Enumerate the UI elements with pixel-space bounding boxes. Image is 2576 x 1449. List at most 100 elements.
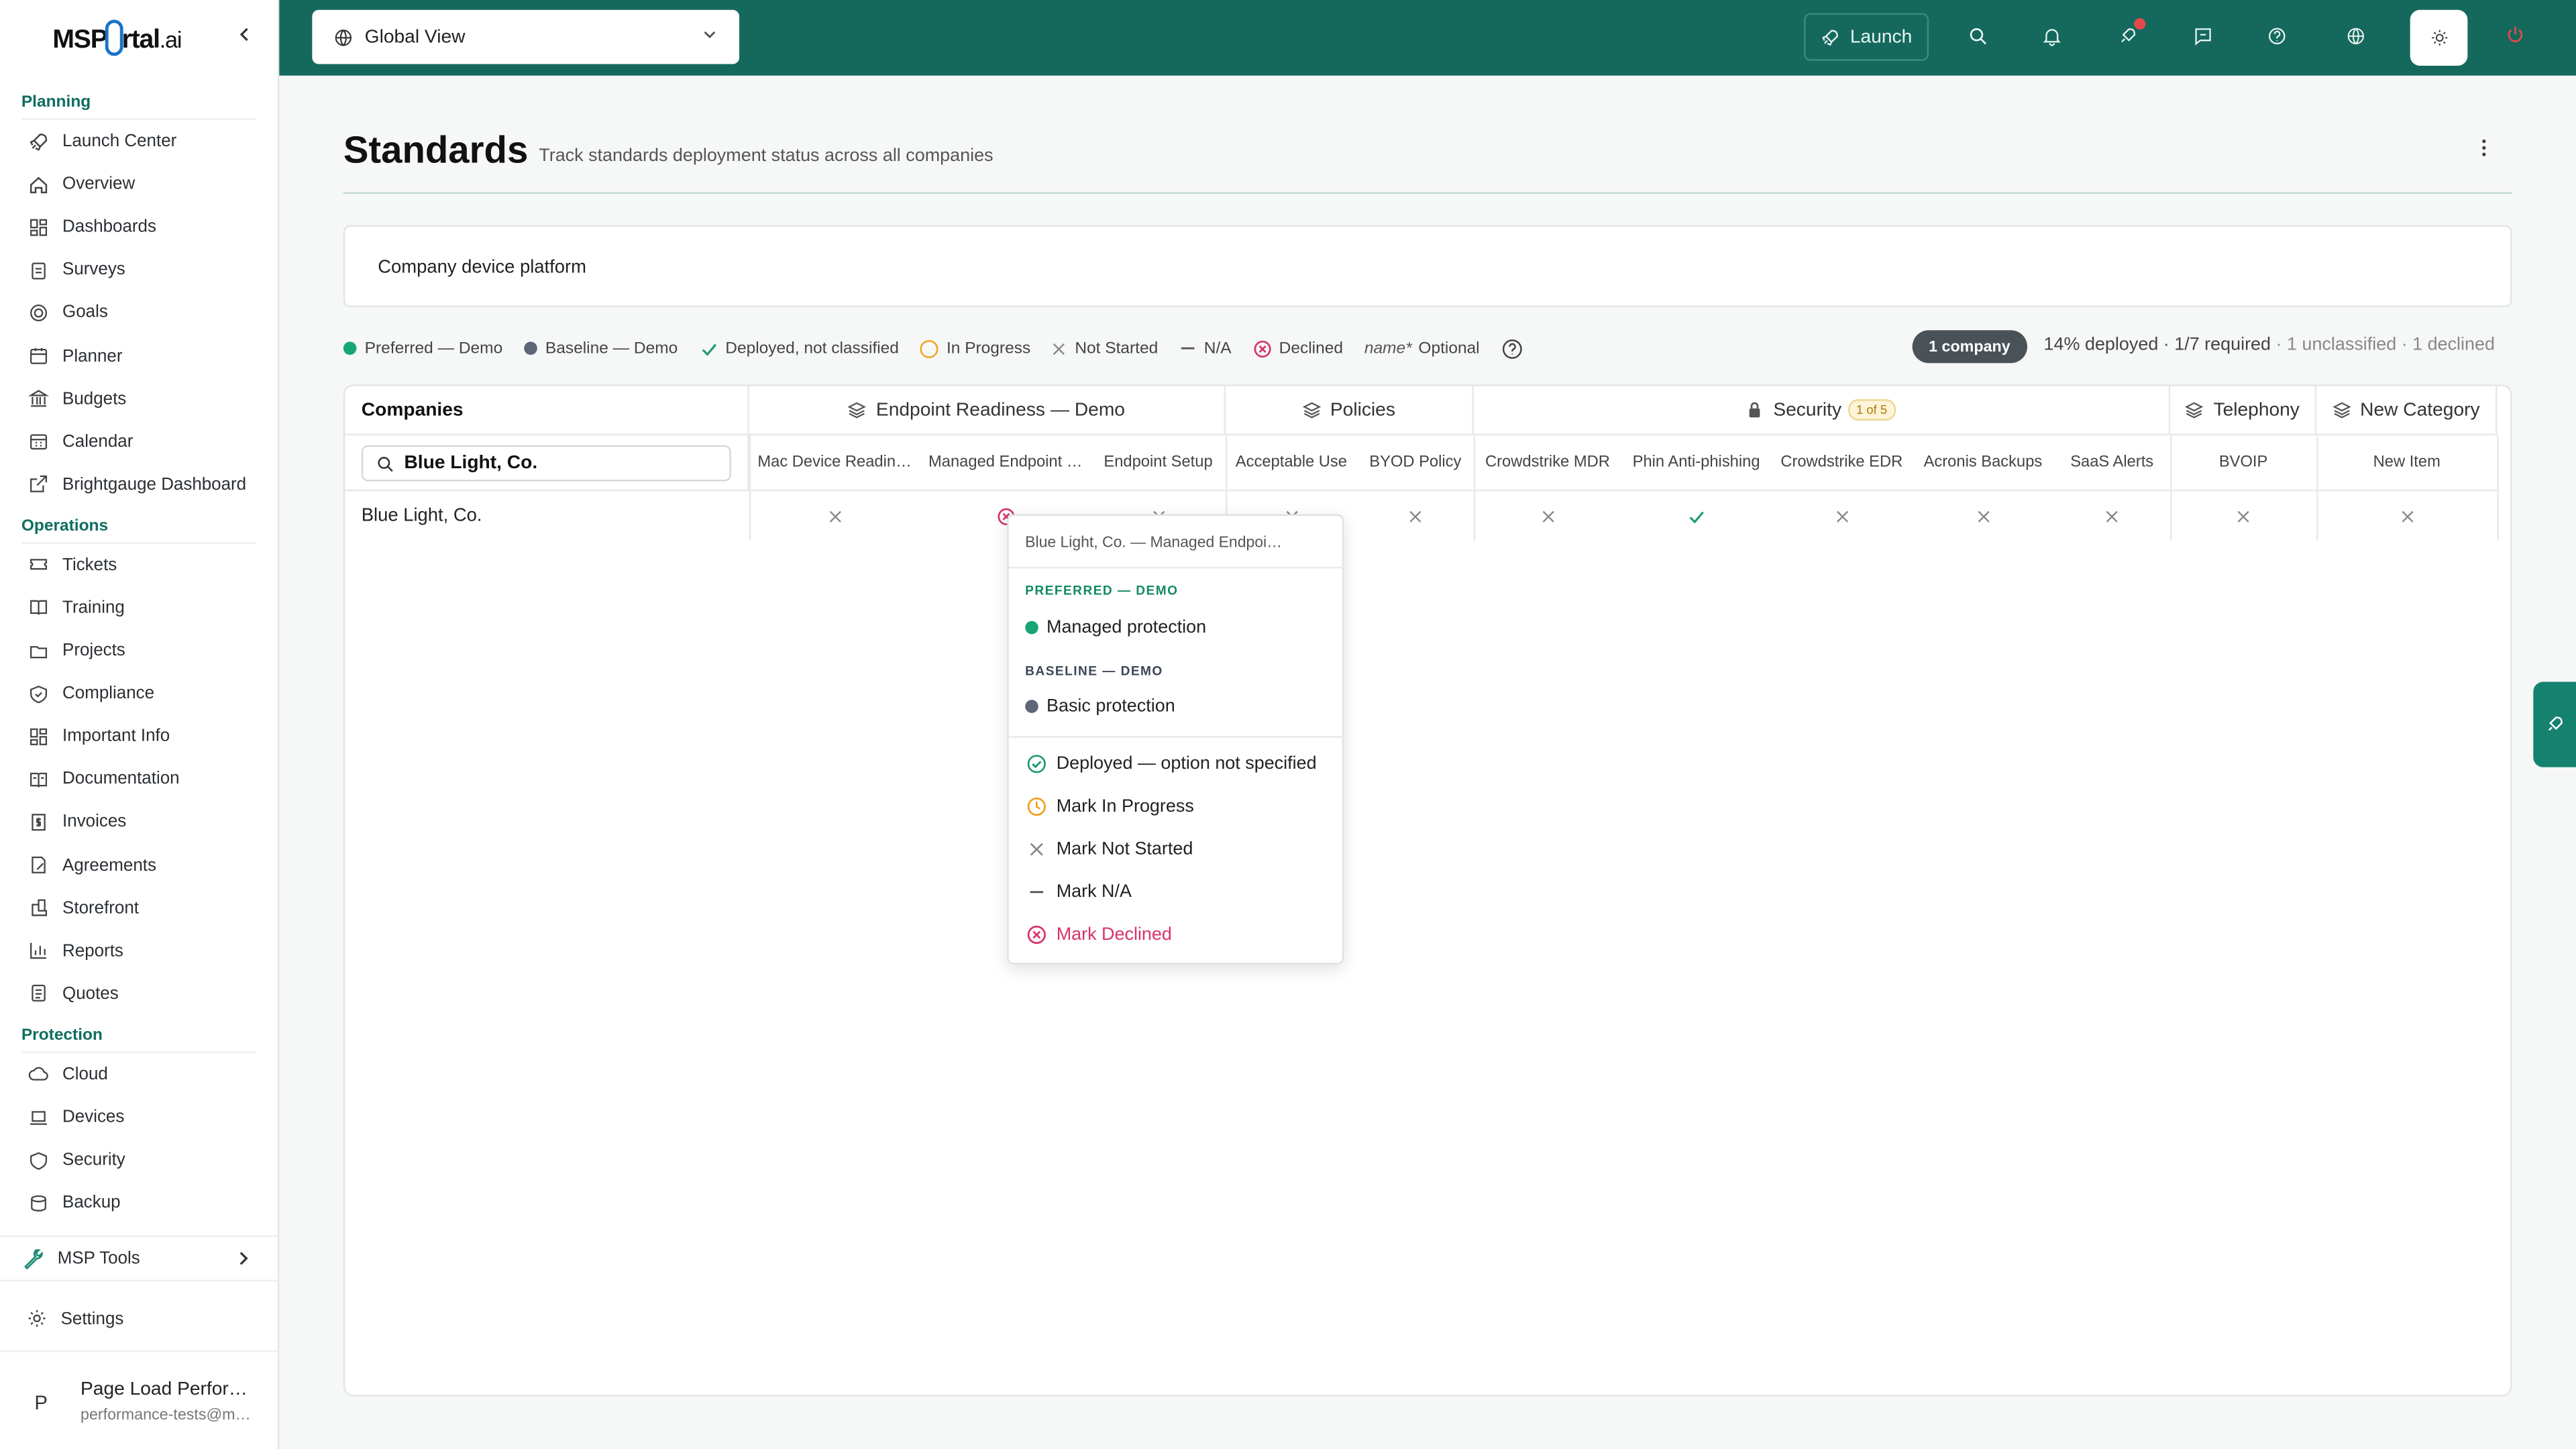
help-icon[interactable] — [2265, 25, 2288, 48]
action-label: Deployed — option not specified — [1056, 754, 1317, 774]
column-header-acceptable-use[interactable]: Acceptable Use — [1225, 435, 1357, 492]
sidebar-item-overview[interactable]: Overview — [0, 163, 278, 206]
store-icon — [26, 896, 49, 919]
legend-not-started-label: Not Started — [1075, 339, 1159, 358]
activity-icon[interactable] — [2116, 17, 2146, 48]
calendar-icon — [26, 344, 49, 367]
column-header-phin-anti-phishing[interactable]: Phin Anti-phishing — [1621, 435, 1772, 492]
column-separator — [2497, 435, 2499, 541]
sidebar-item-reports[interactable]: Reports — [0, 929, 278, 972]
preferred-dot-icon — [1025, 621, 1038, 635]
baseline-section-title: BASELINE — DEMO — [1025, 663, 1163, 679]
grid-icon — [26, 215, 49, 238]
action-deployed[interactable]: Deployed — option not specified — [1025, 754, 1317, 774]
status-cell-not-started[interactable] — [749, 491, 920, 540]
company-search-input[interactable]: Blue Light, Co. — [361, 445, 731, 482]
column-header-endpoint-setup[interactable]: Endpoint Setup — [1091, 435, 1226, 492]
floating-assistant-tab[interactable] — [2533, 682, 2576, 767]
group-header-endpoint-readiness[interactable]: Endpoint Readiness — Demo — [749, 386, 1226, 435]
user-email: performance-tests@m… — [80, 1406, 251, 1425]
sidebar-item-training[interactable]: Training — [0, 586, 278, 629]
sidebar-item-tickets[interactable]: Tickets — [0, 543, 278, 586]
status-cell-deployed[interactable] — [1621, 491, 1771, 540]
sidebar-item-label: Security — [62, 1150, 125, 1170]
sidebar-item-backup[interactable]: Backup — [0, 1181, 278, 1224]
column-header-bvoip[interactable]: BVOIP — [2170, 435, 2317, 492]
msportal-logo[interactable]: MSP rtal.ai — [52, 19, 182, 56]
column-header-new-item[interactable]: New Item — [2316, 435, 2498, 492]
status-cell-not-started[interactable] — [2170, 491, 2316, 540]
sidebar-item-devices[interactable]: Devices — [0, 1095, 278, 1138]
sidebar-item-compliance[interactable]: Compliance — [0, 672, 278, 715]
feedback-icon[interactable] — [2192, 25, 2214, 48]
nav-section-protection: Protection — [21, 1026, 103, 1045]
sidebar-item-settings[interactable]: Settings — [26, 1307, 123, 1329]
column-header-saas-alerts[interactable]: SaaS Alerts — [2053, 435, 2171, 492]
status-cell-not-started[interactable] — [1771, 491, 1913, 540]
theme-toggle-button[interactable] — [2410, 9, 2468, 66]
sidebar-item-security[interactable]: Security — [0, 1138, 278, 1181]
preferred-option-managed-protection[interactable]: Managed protection — [1025, 618, 1206, 637]
sidebar-item-projects[interactable]: Projects — [0, 629, 278, 672]
sidebar-item-important-info[interactable]: Important Info — [0, 715, 278, 758]
sidebar-item-storefront[interactable]: Storefront — [0, 886, 278, 929]
launch-button[interactable]: Launch — [1804, 13, 1929, 61]
bell-icon[interactable] — [2041, 25, 2063, 48]
laptop-icon — [26, 1106, 49, 1128]
sidebar-item-goals[interactable]: Goals — [0, 291, 278, 334]
more-options-icon[interactable] — [2481, 138, 2487, 158]
group-header-security[interactable]: Security 1 of 5 — [1473, 386, 2171, 435]
column-header-crowdstrike-edr[interactable]: Crowdstrike EDR — [1771, 435, 1913, 492]
collapse-sidebar-button[interactable] — [237, 26, 253, 42]
action-mark-in-progress[interactable]: Mark In Progress — [1025, 797, 1194, 816]
column-header-byod-policy[interactable]: BYOD Policy — [1356, 435, 1474, 492]
sun-icon — [2430, 30, 2447, 46]
security-required-badge: 1 of 5 — [1847, 399, 1896, 421]
nav-section-operations: Operations — [21, 517, 109, 535]
group-header-policies[interactable]: Policies — [1225, 386, 1474, 435]
company-name-cell[interactable]: Blue Light, Co. — [362, 506, 482, 525]
sidebar-item-cloud[interactable]: Cloud — [0, 1053, 278, 1096]
search-icon[interactable] — [1966, 25, 1989, 48]
column-header-acronis-backups[interactable]: Acronis Backups — [1912, 435, 2054, 492]
status-cell-not-started[interactable] — [1357, 491, 1474, 540]
sidebar-item-planner[interactable]: Planner — [0, 334, 278, 377]
platform-filter-card[interactable]: Company device platform — [343, 225, 2512, 307]
sidebar-item-agreements[interactable]: Agreements — [0, 844, 278, 887]
sidebar-item-dashboards[interactable]: Dashboards — [0, 206, 278, 249]
sidebar-item-surveys[interactable]: Surveys — [0, 248, 278, 291]
column-header-managed-endpoint[interactable]: Managed Endpoint … — [920, 435, 1091, 492]
column-header-crowdstrike-mdr[interactable]: Crowdstrike MDR — [1473, 435, 1622, 492]
msp-tools-menu[interactable]: MSP Tools — [0, 1235, 278, 1282]
action-mark-na[interactable]: Mark N/A — [1025, 882, 1132, 902]
baseline-option-basic-protection[interactable]: Basic protection — [1025, 696, 1175, 716]
logout-power-icon[interactable] — [2506, 25, 2525, 44]
status-cell-not-started[interactable] — [1913, 491, 2054, 540]
sidebar-item-quotes[interactable]: Quotes — [0, 972, 278, 1015]
sidebar-item-label: Projects — [62, 641, 125, 661]
msp-tools-label: MSP Tools — [57, 1248, 140, 1269]
status-cell-not-started[interactable] — [1474, 491, 1621, 540]
status-cell-not-started[interactable] — [2316, 491, 2497, 540]
action-mark-not-started[interactable]: Mark Not Started — [1025, 839, 1193, 859]
bank-icon — [26, 387, 49, 410]
sidebar-item-brightgauge-dashboard[interactable]: Brightgauge Dashboard — [0, 463, 278, 506]
sidebar-item-calendar[interactable]: Calendar — [0, 420, 278, 463]
sidebar-item-invoices[interactable]: Invoices — [0, 801, 278, 844]
sidebar-item-budgets[interactable]: Budgets — [0, 377, 278, 420]
group-header-new-category[interactable]: New Category — [2316, 386, 2498, 435]
sidebar-item-documentation[interactable]: Documentation — [0, 758, 278, 801]
language-globe-icon[interactable] — [2345, 25, 2367, 48]
legend-in-progress-label: In Progress — [946, 339, 1031, 358]
scope-selector[interactable]: Global View — [312, 9, 740, 64]
status-cell-not-started[interactable] — [2053, 491, 2170, 540]
group-header-telephony[interactable]: Telephony — [2170, 386, 2317, 435]
column-header-mac-device-readiness[interactable]: Mac Device Readin… — [749, 435, 920, 492]
action-mark-declined[interactable]: Mark Declined — [1025, 925, 1172, 945]
preferred-section-title: PREFERRED — DEMO — [1025, 583, 1179, 598]
legend-help-icon[interactable] — [1501, 337, 1522, 359]
user-profile[interactable]: P Page Load Perfor… performance-tests@m… — [0, 1350, 278, 1449]
x-icon — [1025, 841, 1046, 857]
sidebar-item-launch-center[interactable]: Launch Center — [0, 120, 278, 163]
main-content: Standards Track standards deployment sta… — [279, 76, 2576, 1449]
